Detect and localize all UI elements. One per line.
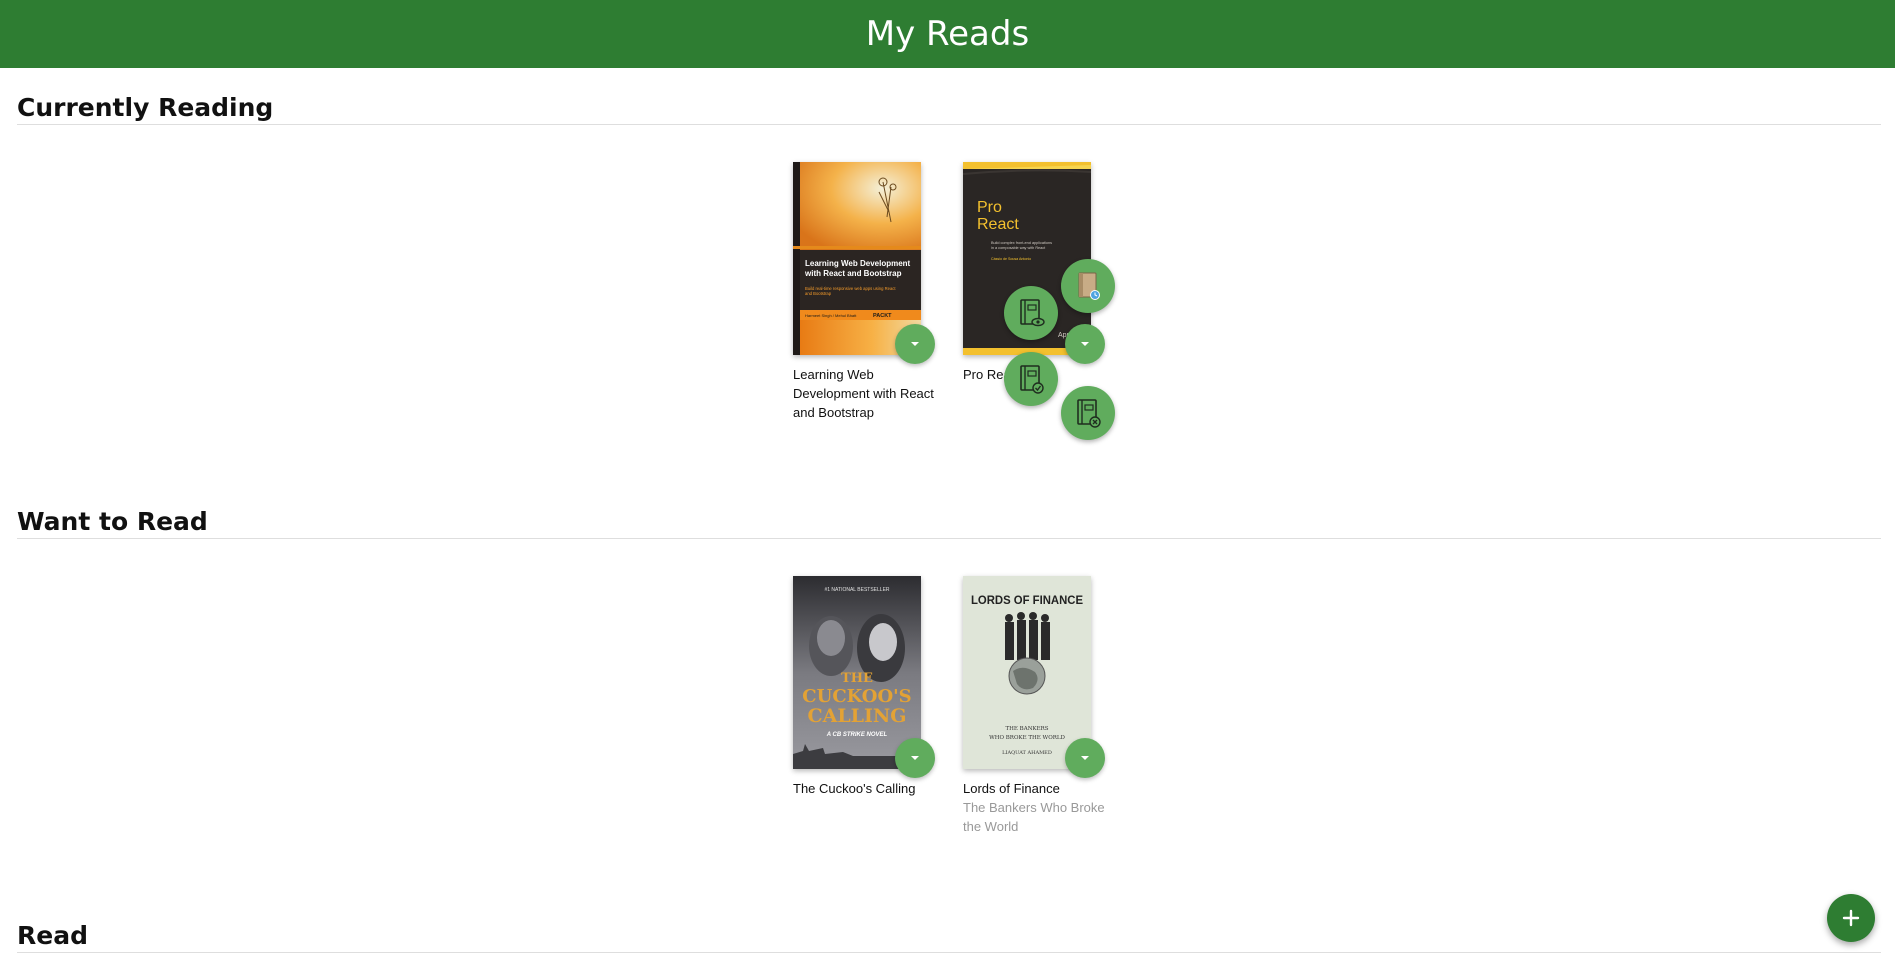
shelf-divider [17,538,1881,539]
svg-text:React: React [977,216,1019,233]
svg-text:LIAQUAT AHAMED: LIAQUAT AHAMED [1002,750,1052,756]
caret-down-icon [911,342,919,346]
book-remove-icon [1077,399,1101,428]
svg-text:Cássio de Sousa Antonio: Cássio de Sousa Antonio [991,257,1031,261]
app-title: My Reads [865,14,1030,54]
caret-down-icon [911,756,919,760]
svg-text:CUCKOO'S: CUCKOO'S [802,686,911,707]
shelf-title-read: Read [17,921,88,950]
book-cover[interactable]: LORDS OF FINANCE THE BANKERS WHO BROKE T… [963,576,1091,769]
shelf-title-currently-reading: Currently Reading [17,93,274,122]
book-eye-icon [1020,299,1045,327]
caret-down-icon [1081,342,1089,346]
shelf-changer-button[interactable] [895,324,935,364]
move-to-want-to-read-button[interactable] [1004,286,1058,340]
shelf-changer-button[interactable] [1065,324,1105,364]
shelf-divider [17,952,1881,953]
svg-text:LORDS OF FINANCE: LORDS OF FINANCE [971,593,1083,607]
svg-text:THE: THE [841,671,873,686]
book-title: The Cuckoo's Calling [793,781,916,796]
book-authors: The Bankers Who Broke the World [963,800,1105,834]
svg-text:A CB STRIKE NOVEL: A CB STRIKE NOVEL [826,732,888,738]
move-to-read-button[interactable] [1004,352,1058,406]
book-cover[interactable]: #1 NATIONAL BESTSELLER THE CUCKOO'S CALL… [793,576,921,769]
svg-text:Pro: Pro [977,199,1002,216]
book-cover[interactable]: Learning Web Development with React and … [793,162,921,355]
svg-text:Learning Web Development: Learning Web Development with React and … [804,259,912,278]
svg-text:THE BANKERS: THE BANKERS [1005,726,1048,732]
shelf-divider [17,124,1881,125]
book-check-icon [1020,365,1044,394]
caret-down-icon [1081,756,1089,760]
shelf-title-want-to-read: Want to Read [17,507,208,536]
svg-text:#1 NATIONAL BESTSELLER: #1 NATIONAL BESTSELLER [824,587,889,593]
move-to-currently-reading-button[interactable] [1061,259,1115,313]
app-header: My Reads [0,0,1895,68]
book-title: Learning Web Development with React and … [793,367,934,420]
shelf-changer-button[interactable] [1065,738,1105,778]
svg-text:Build complex front-end applic: Build complex front-end applications in … [991,241,1053,250]
plus-icon [1842,909,1860,927]
svg-text:WHO BROKE THE WORLD: WHO BROKE THE WORLD [989,735,1065,741]
svg-text:PACKT: PACKT [873,313,892,319]
shelf-changer-button[interactable] [895,738,935,778]
remove-from-shelf-button[interactable] [1061,386,1115,440]
svg-text:CALLING: CALLING [807,705,906,727]
svg-text:Harmeet Singh / Mehul Bhatt: Harmeet Singh / Mehul Bhatt [805,313,857,318]
add-book-button[interactable] [1827,894,1875,942]
book-title: Lords of Finance [963,781,1060,796]
book-clock-icon [1078,272,1100,300]
